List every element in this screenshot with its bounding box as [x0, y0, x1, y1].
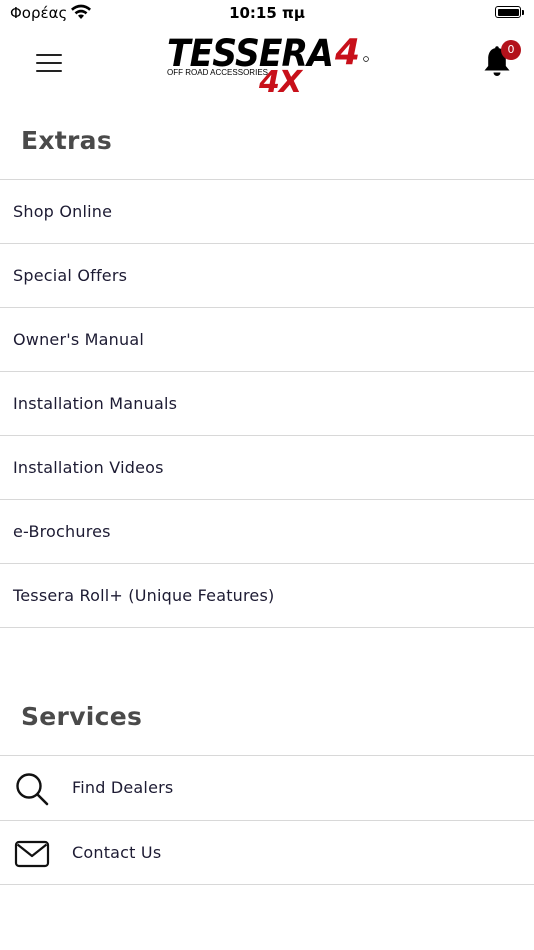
list-item-label: Owner's Manual	[13, 330, 145, 349]
logo-tagline: OFF ROAD ACCESSORIES	[167, 68, 268, 77]
status-bar: Φορέας 10:15 πμ	[0, 0, 534, 28]
list-item-label: Shop Online	[13, 202, 113, 221]
mail-icon	[14, 840, 50, 867]
logo-registered-mark	[363, 56, 369, 62]
list-item-label: Contact Us	[72, 842, 162, 862]
services-item-find-dealers[interactable]: Find Dealers	[0, 755, 534, 820]
extras-item-e-brochures[interactable]: e-Brochures	[0, 499, 534, 563]
list-item-label: e-Brochures	[13, 522, 111, 541]
menu-button[interactable]	[36, 54, 62, 72]
extras-item-tessera-roll[interactable]: Tessera Roll+ (Unique Features)	[0, 563, 534, 628]
notification-count-badge: 0	[501, 40, 521, 60]
list-item-label: Special Offers	[13, 266, 128, 285]
list-item-label: Find Dealers	[72, 778, 174, 797]
battery-icon	[495, 6, 521, 18]
logo-number: 4	[334, 32, 360, 73]
extras-item-shop-online[interactable]: Shop Online	[0, 179, 534, 243]
services-list: Find Dealers Contact Us	[0, 755, 534, 885]
notifications-button[interactable]: 0	[482, 40, 521, 80]
services-section-title: Services	[21, 702, 143, 731]
tessera-4x4-logo: TESSERA 4 OFF ROAD ACCESSORIES 4X	[167, 32, 369, 94]
extras-item-special-offers[interactable]: Special Offers	[0, 243, 534, 307]
list-item-label: Tessera Roll+ (Unique Features)	[13, 586, 275, 605]
status-time: 10:15 πμ	[229, 4, 305, 22]
battery-tip	[522, 10, 524, 15]
list-item-label: Installation Manuals	[13, 394, 178, 413]
extras-list: Shop Online Special Offers Owner's Manua…	[0, 179, 534, 628]
logo-4x: 4X	[258, 65, 304, 94]
extras-section-title: Extras	[21, 126, 113, 155]
services-item-contact-us[interactable]: Contact Us	[0, 819, 534, 885]
list-item-label: Installation Videos	[13, 458, 164, 477]
extras-item-installation-videos[interactable]: Installation Videos	[0, 435, 534, 499]
search-icon	[16, 773, 49, 806]
extras-item-owners-manual[interactable]: Owner's Manual	[0, 307, 534, 371]
extras-item-installation-manuals[interactable]: Installation Manuals	[0, 371, 534, 435]
app-header: TESSERA 4 OFF ROAD ACCESSORIES 4X 0	[0, 28, 534, 98]
